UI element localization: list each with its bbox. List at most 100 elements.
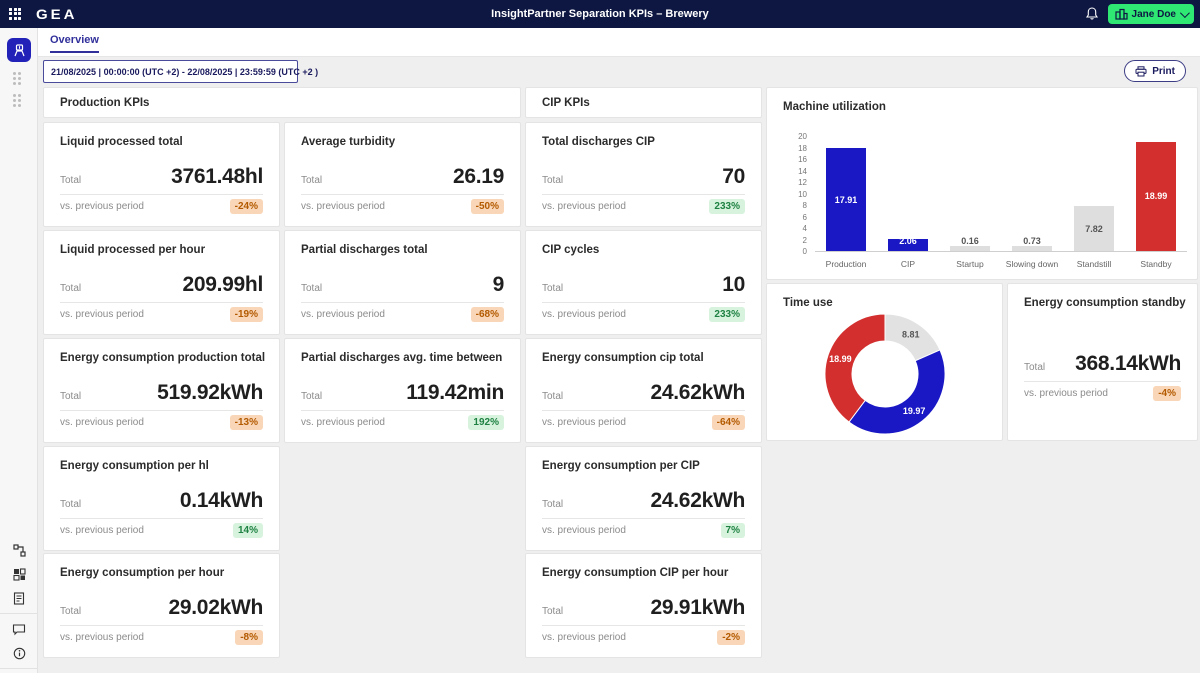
- kpi-total-label: Total: [301, 283, 322, 294]
- donut-segment: [849, 350, 945, 434]
- kpi-delta-badge: -19%: [230, 307, 263, 322]
- user-menu-button[interactable]: Jane Doe: [1108, 4, 1194, 24]
- kpi-vs-label: vs. previous period: [301, 309, 385, 320]
- kpi-total-label: Total: [60, 499, 81, 510]
- y-axis-tick: 10: [781, 190, 807, 199]
- left-sidebar: [0, 28, 38, 673]
- kpi-title: Liquid processed total: [60, 136, 183, 148]
- kpi-title: Partial discharges total: [301, 244, 428, 256]
- building-icon: [1115, 8, 1128, 20]
- info-icon[interactable]: [0, 641, 38, 665]
- kpi-value: 9: [493, 273, 504, 297]
- kpi-value: 0.14kWh: [180, 489, 263, 513]
- kpi-card-energy-standby: Energy consumption standby Total 368.14k…: [1007, 283, 1198, 441]
- workflow-icon[interactable]: [0, 538, 38, 562]
- kpi-delta-badge: 233%: [709, 199, 745, 214]
- print-label: Print: [1152, 66, 1175, 77]
- kpi-vs-label: vs. previous period: [542, 201, 626, 212]
- kpi-title: Energy consumption cip total: [542, 352, 704, 364]
- kpi-total-label: Total: [542, 499, 563, 510]
- kpi-vs-label: vs. previous period: [60, 632, 144, 643]
- section-header-production: Production KPIs: [43, 87, 521, 118]
- kpi-vs-label: vs. previous period: [60, 309, 144, 320]
- kpi-value: 10: [722, 273, 745, 297]
- x-axis-category-label: CIP: [901, 259, 915, 269]
- y-axis-tick: 20: [781, 132, 807, 141]
- kpi-total-label: Total: [1024, 362, 1045, 373]
- kpi-card: Partial discharges avg. time between Tota…: [284, 338, 521, 443]
- kpi-value: 519.92kWh: [157, 381, 263, 405]
- gea-logo[interactable]: GEA: [36, 6, 78, 22]
- bar-startup: [950, 246, 990, 251]
- kpi-vs-label: vs. previous period: [301, 417, 385, 428]
- kpi-value: 24.62kWh: [651, 381, 745, 405]
- kpi-vs-label: vs. previous period: [60, 525, 144, 536]
- kpi-total-label: Total: [542, 175, 563, 186]
- y-axis-tick: 16: [781, 155, 807, 164]
- bar-value-label: 18.99: [1145, 191, 1168, 201]
- section-title: Production KPIs: [44, 88, 520, 118]
- feedback-chat-icon[interactable]: [0, 617, 38, 641]
- bar-value-label: 2.06: [899, 236, 917, 246]
- print-button[interactable]: Print: [1124, 60, 1186, 82]
- x-axis-category-label: Standstill: [1077, 259, 1112, 269]
- kpi-title: CIP cycles: [542, 244, 599, 256]
- drag-handle-icon[interactable]: [13, 72, 21, 85]
- kpi-card: CIP cyclesTotal10vs. previous period233%: [525, 230, 762, 335]
- kpi-delta-badge: -68%: [471, 307, 504, 322]
- kpi-title: Partial discharges avg. time between: [301, 352, 502, 364]
- report-icon[interactable]: [0, 586, 38, 610]
- kpi-value: 3761.48hl: [171, 165, 263, 189]
- kpi-value: 29.02kWh: [169, 596, 263, 620]
- kpi-title: Energy consumption CIP per hour: [542, 567, 728, 579]
- drag-handle-icon[interactable]: [13, 94, 21, 107]
- bar-slowing-down: [1012, 246, 1052, 251]
- kpi-title: Energy consumption production total: [60, 352, 265, 364]
- kpi-vs-label: vs. previous period: [60, 201, 144, 212]
- kpi-value: 24.62kWh: [651, 489, 745, 513]
- kpi-vs-label: vs. previous period: [60, 417, 144, 428]
- bar-value-label: 0.73: [1023, 236, 1041, 246]
- kpi-card: Energy consumption per hourTotal29.02kWh…: [43, 553, 280, 658]
- kpi-delta-badge: -2%: [717, 630, 745, 645]
- app-launcher-icon[interactable]: [9, 8, 22, 21]
- kpi-card: Energy consumption cip total Total 24.62kW…: [525, 338, 762, 443]
- dashboard-icon[interactable]: [0, 562, 38, 586]
- section-header-cip: CIP KPIs: [525, 87, 762, 118]
- kpi-card: Average turbidityTotal26.19vs. previous …: [284, 122, 521, 227]
- kpi-total-label: Total: [60, 175, 81, 186]
- y-axis-tick: 18: [781, 144, 807, 153]
- dashboard-page: GEA InsightPartner Separation KPIs – Bre…: [0, 0, 1200, 673]
- kpi-delta-badge: 7%: [721, 523, 745, 538]
- y-axis-tick: 6: [781, 213, 807, 222]
- kpi-delta-badge: -13%: [230, 415, 263, 430]
- section-title: CIP KPIs: [526, 88, 761, 118]
- kpi-total-label: Total: [301, 391, 322, 402]
- kpi-value: 70: [722, 165, 745, 189]
- kpi-card: Energy consumption production totalTotal…: [43, 338, 280, 443]
- x-axis-category-label: Slowing down: [1006, 259, 1058, 269]
- printer-icon: [1135, 66, 1147, 77]
- tab-bar: Overview: [38, 28, 1200, 57]
- tab-overview[interactable]: Overview: [50, 34, 99, 53]
- kpi-total-label: Total: [542, 391, 563, 402]
- kpi-delta-badge: 192%: [468, 415, 504, 430]
- kpi-card: Energy consumption per CIPTotal24.62kWhv…: [525, 446, 762, 551]
- chevron-down-icon: [1180, 8, 1190, 18]
- notifications-bell-icon[interactable]: [1084, 6, 1100, 22]
- kpi-card: Total discharges CIPTotal70vs. previous …: [525, 122, 762, 227]
- machine-utilization-bar-chart: 0246810121416182017.91Production2.06CIP0…: [767, 88, 1197, 279]
- kpi-value: 29.91kWh: [651, 596, 745, 620]
- kpi-title: Energy consumption standby: [1024, 297, 1186, 309]
- donut-segment-label: 19.97: [903, 406, 926, 416]
- asset-app-icon[interactable]: [7, 38, 31, 62]
- kpi-vs-label: vs. previous period: [542, 417, 626, 428]
- x-axis-line: [815, 251, 1187, 252]
- kpi-title: Energy consumption per hour: [60, 567, 224, 579]
- date-range-picker[interactable]: 21/08/2025 | 00:00:00 (UTC +2) - 22/08/2…: [43, 60, 298, 83]
- user-name: Jane Doe: [1132, 9, 1176, 20]
- y-axis-tick: 4: [781, 224, 807, 233]
- kpi-card: Energy consumption CIP per hourTotal29.9…: [525, 553, 762, 658]
- time-use-card: Time use 8.8119.9718.99: [766, 283, 1003, 441]
- x-axis-category-label: Startup: [956, 259, 983, 269]
